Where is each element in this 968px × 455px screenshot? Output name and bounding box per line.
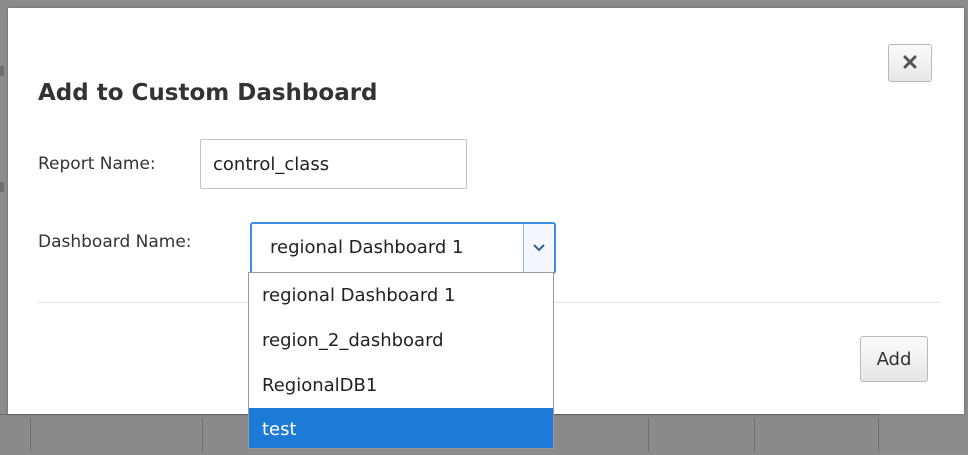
dashboard-name-label: Dashboard Name: bbox=[38, 232, 192, 252]
background-table-divider bbox=[30, 418, 31, 452]
dropdown-option[interactable]: region_2_dashboard bbox=[249, 318, 553, 363]
dashboard-select-value: regional Dashboard 1 bbox=[270, 237, 464, 258]
dropdown-option[interactable]: RegionalDB1 bbox=[249, 363, 553, 408]
background-table-divider bbox=[878, 418, 879, 452]
dashboard-name-select[interactable]: regional Dashboard 1 bbox=[250, 222, 556, 274]
dropdown-option[interactable]: regional Dashboard 1 bbox=[249, 273, 553, 318]
close-button[interactable] bbox=[888, 44, 932, 82]
dashboard-dropdown-list: regional Dashboard 1 region_2_dashboard … bbox=[248, 272, 554, 449]
report-name-label: Report Name: bbox=[38, 154, 156, 174]
background-edge-mark bbox=[0, 182, 4, 192]
add-button[interactable]: Add bbox=[860, 336, 928, 382]
dialog-title: Add to Custom Dashboard bbox=[38, 80, 378, 106]
background-table-divider bbox=[202, 418, 203, 452]
dropdown-option-highlighted[interactable]: test bbox=[249, 408, 553, 448]
background-table-divider bbox=[754, 418, 755, 452]
report-name-input[interactable] bbox=[200, 139, 467, 189]
chevron-down-icon[interactable] bbox=[523, 224, 554, 272]
close-icon bbox=[903, 55, 917, 72]
background-table-divider bbox=[648, 418, 649, 452]
background-edge-mark bbox=[0, 66, 4, 76]
